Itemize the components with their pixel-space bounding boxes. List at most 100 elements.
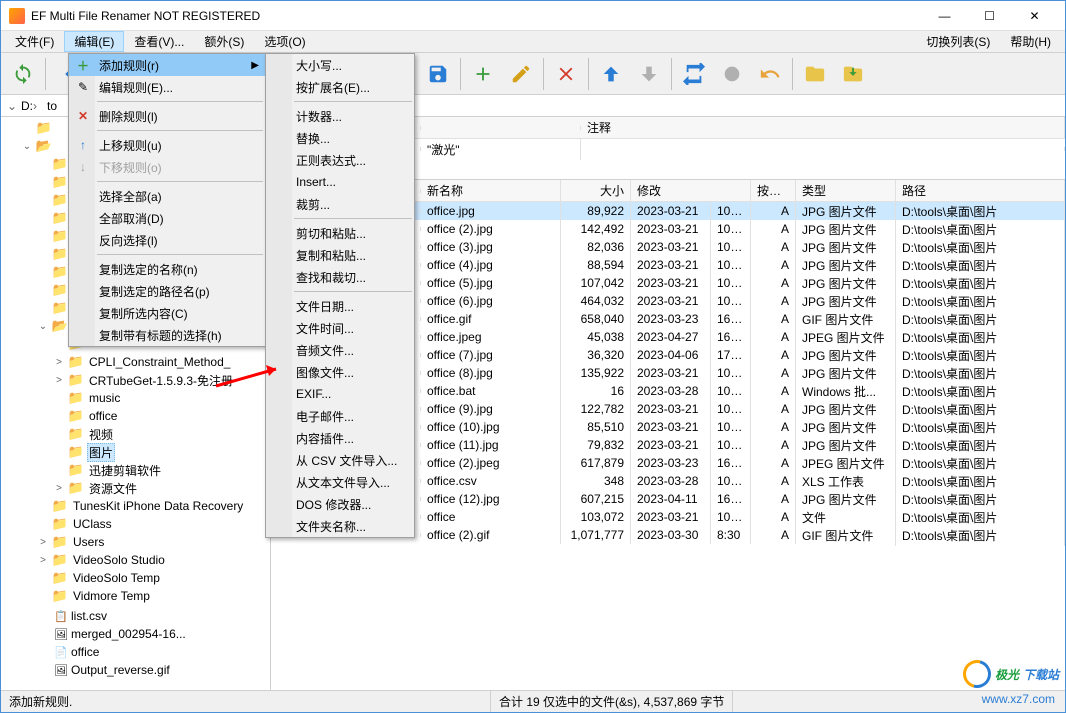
submenu-exif[interactable]: EXIF... [266,383,414,405]
path-seg-1[interactable]: D: [21,99,33,113]
submenu-copy-paste[interactable]: 复制和粘贴... [266,244,414,266]
file-icon: 📋 [53,610,69,623]
expand-icon[interactable]: > [53,375,65,386]
menu-options[interactable]: 选项(O) [254,31,315,52]
tree-item[interactable]: UClass [1,515,270,533]
rules-col-comment[interactable]: 注释 [581,117,1065,138]
add-button[interactable] [465,56,501,92]
list-item[interactable]: 📋list.csv [21,607,270,625]
tree-label: CPLI_Constraint_Method_ [87,355,232,369]
menu-help[interactable]: 帮助(H) [1000,31,1061,52]
col-type[interactable]: 类型 [796,180,896,201]
submenu-insert[interactable]: Insert... [266,171,414,193]
cell-date: 2023-03-28 [631,472,711,490]
rules-col-2[interactable] [421,126,581,130]
tree-item[interactable]: > CPLI_Constraint_Method_ [1,353,270,371]
cell-newname: office (5).jpg [421,274,561,292]
col-attr[interactable]: 按文... [751,180,796,201]
submenu-dos[interactable]: DOS 修改器... [266,493,414,515]
menu-edit-rule[interactable]: ✎编辑规则(E)... [69,76,265,98]
submenu-folder[interactable]: 文件夹名称... [266,515,414,537]
import-button[interactable] [835,56,871,92]
tree-item[interactable]: 图片 [1,443,270,461]
tree-item[interactable]: >资源文件 [1,479,270,497]
tree-item[interactable]: >Users [1,533,270,551]
menu-copy-content[interactable]: 复制所选内容(C) [69,302,265,324]
submenu-replace[interactable]: 替换... [266,127,414,149]
expand-icon[interactable]: ⌄ [37,321,49,332]
delete-button[interactable] [548,56,584,92]
cell-date: 2023-03-21 [631,202,711,220]
menu-select-all[interactable]: 选择全部(a) [69,185,265,207]
expand-icon[interactable]: > [53,357,65,368]
menu-copy-titled[interactable]: 复制带有标题的选择(h) [69,324,265,346]
menu-copy-name[interactable]: 复制选定的名称(n) [69,258,265,280]
submenu-file-date[interactable]: 文件日期... [266,295,414,317]
tree-item[interactable]: 视频 [1,425,270,443]
tree-item[interactable]: Vidmore Temp [1,587,270,605]
menu-invert-selection[interactable]: 反向选择(l) [69,229,265,251]
expand-icon[interactable]: ⌄ [21,141,33,152]
cell-path: D:\tools\桌面\图片 [896,525,1065,546]
tree-item[interactable]: music [1,389,270,407]
submenu-case[interactable]: 大小写... [266,54,414,76]
tree-item[interactable]: 迅捷剪辑软件 [1,461,270,479]
tree-item[interactable]: VideoSolo Temp [1,569,270,587]
open-folder-button[interactable] [797,56,833,92]
close-button[interactable]: ✕ [1012,2,1057,30]
menu-copy-path[interactable]: 复制选定的路径名(p) [69,280,265,302]
menu-delete-rule[interactable]: ✕删除规则(l) [69,105,265,127]
submenu-find-trim[interactable]: 查找和裁切... [266,266,414,288]
submenu-file-time[interactable]: 文件时间... [266,317,414,339]
path-seg-2[interactable]: to [47,99,57,113]
col-newname[interactable]: 新名称 [421,180,561,201]
submenu-ext[interactable]: 按扩展名(E)... [266,76,414,98]
save-button[interactable] [420,56,456,92]
move-down-button[interactable] [631,56,667,92]
submenu-email[interactable]: 电子邮件... [266,405,414,427]
submenu-image[interactable]: 图像文件... [266,361,414,383]
list-item[interactable]: 🖼merged_002954-16... [21,625,270,643]
tree-item[interactable]: >VideoSolo Studio [1,551,270,569]
tree-item[interactable]: TunesKit iPhone Data Recovery [1,497,270,515]
list-item[interactable]: 🖼Output_reverse.gif [21,661,270,679]
maximize-button[interactable]: ☐ [967,2,1012,30]
submenu-csv-import[interactable]: 从 CSV 文件导入... [266,449,414,471]
edit-button[interactable] [503,56,539,92]
expand-icon[interactable]: > [37,555,49,566]
submenu-trim[interactable]: 裁剪... [266,193,414,215]
record-button[interactable] [714,56,750,92]
tree-item[interactable]: office [1,407,270,425]
submenu-audio[interactable]: 音频文件... [266,339,414,361]
col-path[interactable]: 路径 [896,180,1065,201]
minimize-button[interactable]: — [922,2,967,30]
menu-file[interactable]: 文件(F) [5,31,64,52]
cell-date: 2023-03-28 [631,382,711,400]
menu-edit[interactable]: 编辑(E) [64,31,124,52]
submenu-cut-paste[interactable]: 剪切和粘贴... [266,222,414,244]
menu-move-up[interactable]: ↑上移规则(u) [69,134,265,156]
apply-button[interactable] [676,56,712,92]
refresh-button[interactable] [5,56,41,92]
submenu-regex[interactable]: 正则表达式... [266,149,414,171]
menu-switch-list[interactable]: 切换列表(S) [916,31,1000,52]
submenu-plugin[interactable]: 内容插件... [266,427,414,449]
menu-extra[interactable]: 额外(S) [194,31,254,52]
menu-add-rule[interactable]: ＋添加规则(r)▶ [69,54,265,76]
cell-newname: office (11).jpg [421,436,561,454]
tree-item[interactable]: >CRTubeGet-1.5.9.3-免注册 [1,371,270,389]
expand-icon[interactable]: > [53,483,65,494]
list-item[interactable]: 📄office [21,643,270,661]
path-back-icon[interactable]: ⌄ [7,99,21,113]
submenu-counter[interactable]: 计数器... [266,105,414,127]
undo-button[interactable] [752,56,788,92]
expand-icon[interactable]: > [37,537,49,548]
move-up-button[interactable] [593,56,629,92]
cell-attr: A [751,328,796,346]
col-size[interactable]: 大小 [561,180,631,201]
menu-view[interactable]: 查看(V)... [124,31,194,52]
col-modified[interactable]: 修改 [631,180,751,201]
cell-attr: A [751,346,796,364]
submenu-txt-import[interactable]: 从文本文件导入... [266,471,414,493]
menu-deselect-all[interactable]: 全部取消(D) [69,207,265,229]
